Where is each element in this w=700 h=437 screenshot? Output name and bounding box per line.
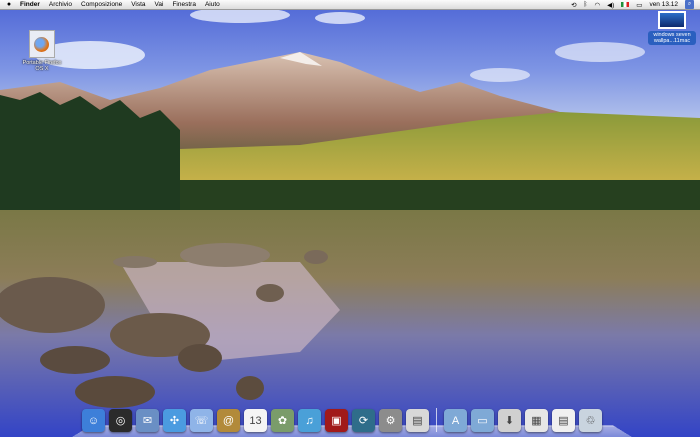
address-book-icon[interactable]: @ bbox=[217, 409, 240, 432]
apple-icon[interactable]: ● bbox=[4, 1, 14, 8]
menu-clock[interactable]: ven 13.12 bbox=[649, 1, 678, 8]
wifi-icon[interactable]: ◠ bbox=[594, 1, 600, 9]
documents-stack-icon[interactable]: ▤ bbox=[552, 409, 575, 432]
dock: ☺ ◎ ✉ ✣ ☏ @13 ✿ ♫ ▣ ⟳ ⚙ ▤ A ▭ ⬇ ▦ ▤ ♲ bbox=[72, 400, 632, 437]
applications-folder-icon[interactable]: A bbox=[444, 409, 467, 432]
desktop-icon-label: Portable Firefox OS X bbox=[22, 60, 62, 72]
time-machine-status-icon[interactable]: ⟲ bbox=[571, 1, 576, 9]
menu-aiuto[interactable]: Aiuto bbox=[205, 0, 220, 9]
image-file-icon bbox=[658, 11, 686, 29]
firefox-app-icon bbox=[29, 30, 55, 58]
mail-icon[interactable]: ✉ bbox=[136, 409, 159, 432]
wallpaper-landscape bbox=[0, 0, 700, 437]
finder-icon[interactable]: ☺ bbox=[82, 409, 105, 432]
preview-icon[interactable]: ▤ bbox=[406, 409, 429, 432]
desktop-icon-label: windows seven wallpa...11mac bbox=[648, 31, 696, 45]
menu-bar: ● Finder Archivio Composizione Vista Vai… bbox=[0, 0, 700, 10]
menu-composizione[interactable]: Composizione bbox=[81, 0, 122, 9]
menu-vista[interactable]: Vista bbox=[131, 0, 145, 9]
bluetooth-icon[interactable]: ᛒ bbox=[584, 1, 588, 8]
dock-items: ☺ ◎ ✉ ✣ ☏ @13 ✿ ♫ ▣ ⟳ ⚙ ▤ A ▭ ⬇ ▦ ▤ ♲ bbox=[82, 402, 622, 432]
menu-archivio[interactable]: Archivio bbox=[49, 0, 72, 9]
screenshots-stack-icon[interactable]: ▦ bbox=[525, 409, 548, 432]
menu-vai[interactable]: Vai bbox=[155, 0, 164, 9]
input-language-flag-icon[interactable] bbox=[621, 2, 630, 7]
dock-separator bbox=[436, 408, 437, 432]
desktop-icon-wallpaper-file[interactable]: windows seven wallpa...11mac bbox=[648, 11, 696, 45]
menu-finestra[interactable]: Finestra bbox=[172, 0, 195, 9]
itunes-icon[interactable]: ♫ bbox=[298, 409, 321, 432]
trash-icon[interactable]: ♲ bbox=[579, 409, 602, 432]
documents-folder-icon[interactable]: ▭ bbox=[471, 409, 494, 432]
downloads-stack-icon[interactable]: ⬇ bbox=[498, 409, 521, 432]
front-row-icon[interactable]: ▣ bbox=[325, 409, 348, 432]
dashboard-icon[interactable]: ◎ bbox=[109, 409, 132, 432]
menu-finder[interactable]: Finder bbox=[20, 0, 40, 9]
status-area: ⟲ ᛒ ◠ ◀) ▭ ven 13.12 ⌕ bbox=[571, 0, 700, 9]
volume-icon[interactable]: ◀) bbox=[607, 1, 614, 9]
safari-icon[interactable]: ✣ bbox=[163, 409, 186, 432]
spotlight-icon[interactable]: ⌕ bbox=[685, 0, 694, 9]
iphoto-icon[interactable]: ✿ bbox=[271, 409, 294, 432]
desktop-icon-portable-firefox[interactable]: Portable Firefox OS X bbox=[22, 30, 62, 72]
ical-icon[interactable]: 13 bbox=[244, 409, 267, 432]
time-machine-icon[interactable]: ⟳ bbox=[352, 409, 375, 432]
battery-icon[interactable]: ▭ bbox=[636, 1, 642, 9]
system-preferences-icon[interactable]: ⚙ bbox=[379, 409, 402, 432]
ichat-icon[interactable]: ☏ bbox=[190, 409, 213, 432]
desktop-wallpaper bbox=[0, 0, 700, 437]
